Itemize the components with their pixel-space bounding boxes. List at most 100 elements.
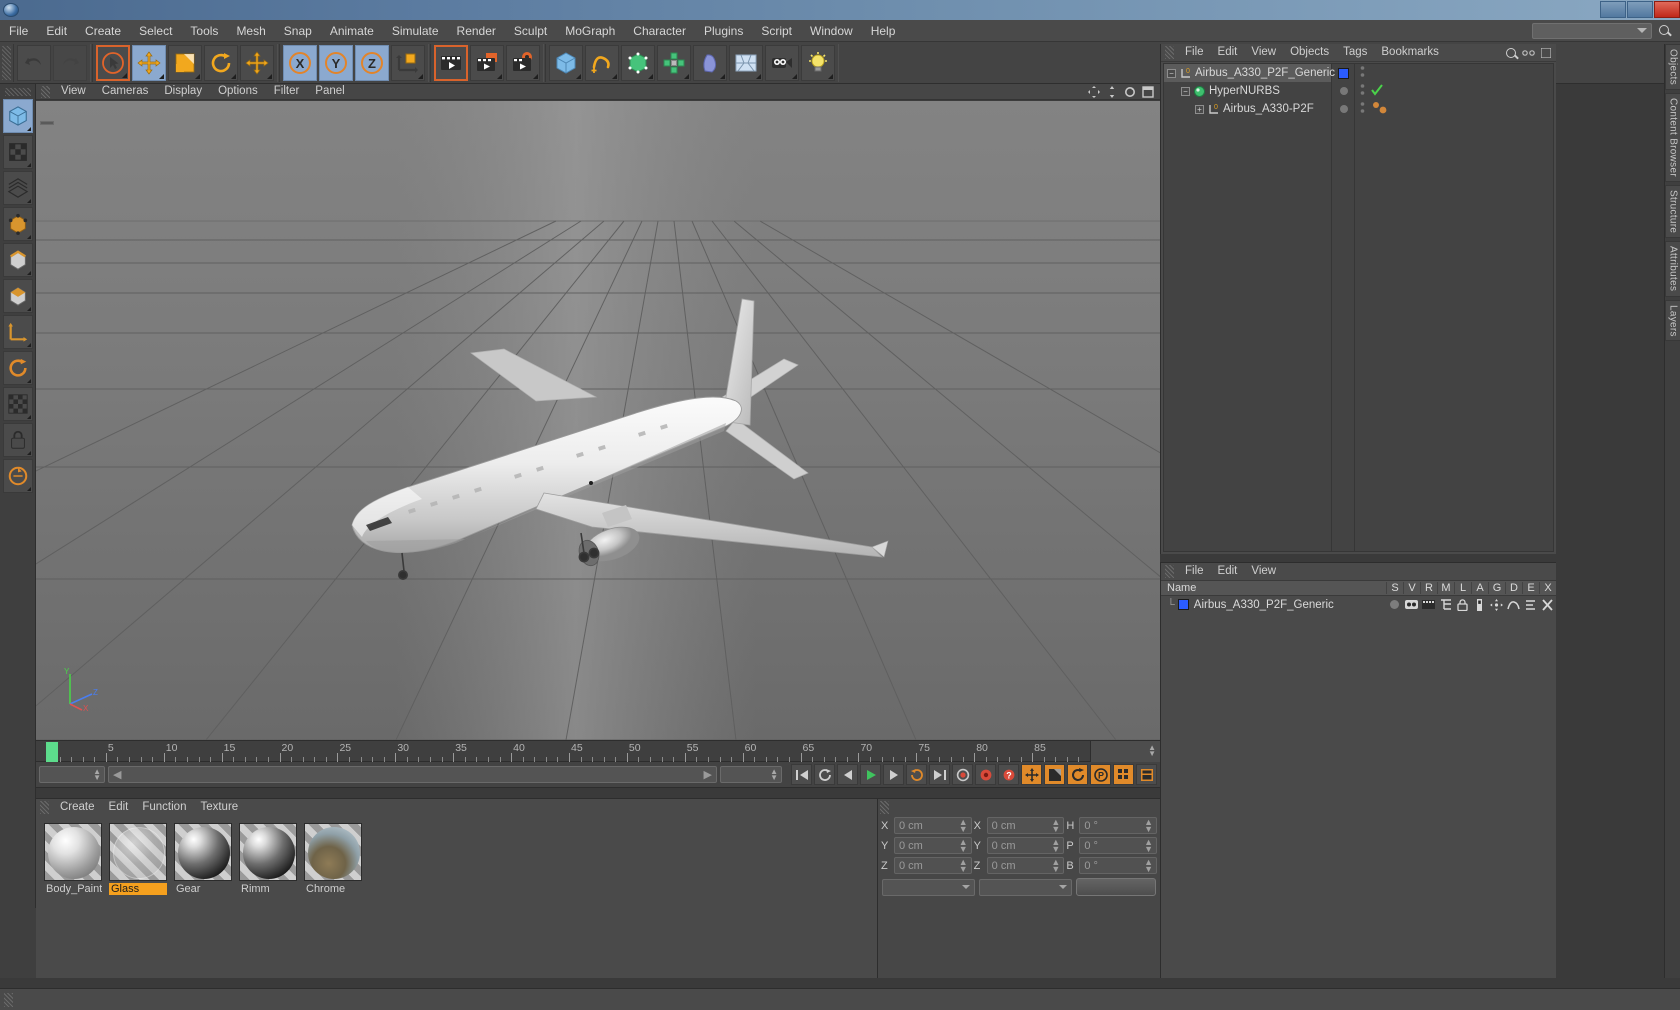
viewport-menu-filter[interactable]: Filter (266, 84, 308, 99)
solo-dot-icon[interactable] (1386, 599, 1403, 610)
redo-button[interactable] (53, 44, 87, 81)
render-settings-button[interactable] (506, 44, 540, 81)
panel-menu-icon[interactable] (1541, 47, 1551, 58)
workplane-button[interactable] (3, 459, 33, 493)
object-visibility-cell[interactable] (1333, 100, 1354, 118)
dropdown-corner-icon[interactable] (159, 73, 164, 79)
dropdown-corner-icon[interactable] (792, 73, 797, 79)
menu-item-render[interactable]: Render (448, 21, 505, 41)
viewport-3d[interactable]: Y Z X (36, 101, 1160, 740)
material-tag-icons[interactable] (1371, 101, 1393, 118)
edge-mode-button[interactable] (3, 243, 33, 277)
timeline-ruler[interactable]: 051015202530354045505560657075808590 ▲▼ (36, 740, 1160, 763)
layer-menu-grip[interactable] (1165, 565, 1174, 578)
array-button[interactable] (657, 44, 691, 81)
object-tag-cell[interactable] (1356, 100, 1553, 118)
visibility-dots-icon[interactable] (1360, 65, 1365, 82)
go-to-end-button[interactable] (929, 764, 950, 785)
apply-button[interactable] (1076, 878, 1156, 896)
object-color-swatch[interactable] (1338, 67, 1349, 79)
viewport-menu-display[interactable]: Display (156, 84, 210, 99)
xref-icon[interactable] (1539, 598, 1556, 611)
world-object-axis-button[interactable] (391, 44, 425, 81)
object-menu-view[interactable]: View (1244, 44, 1283, 61)
view-icon[interactable] (1403, 599, 1420, 610)
spinner-icon[interactable]: ▲ ▼ (1144, 838, 1153, 854)
dropdown-corner-icon[interactable] (720, 73, 725, 79)
hypernurbs-check-icon[interactable] (1371, 83, 1383, 99)
menu-item-tools[interactable]: Tools (181, 21, 227, 41)
dropdown-corner-icon[interactable] (122, 72, 127, 78)
timeline-toggle-button[interactable] (1136, 764, 1157, 785)
coordinate-size-field[interactable]: 0 cm ▲ ▼ (986, 817, 1065, 834)
dock-tab-layers[interactable]: Layers (1665, 299, 1680, 342)
x-axis-button[interactable]: X (283, 44, 317, 81)
dropdown-corner-icon[interactable] (27, 451, 31, 455)
keyframe-selection-button[interactable]: ? (998, 764, 1019, 785)
material-swatch[interactable] (304, 823, 362, 881)
object-tree[interactable]: −0 Airbus_A330_P2F_Generic − HyperNURBS +0 Ai… (1163, 63, 1554, 552)
dropdown-corner-icon[interactable] (27, 415, 31, 419)
dropdown-corner-icon[interactable] (533, 73, 538, 79)
object-menu-file[interactable]: File (1178, 44, 1211, 61)
expand-toggle-icon[interactable]: − (1181, 86, 1190, 96)
maximize-button[interactable] (1627, 1, 1653, 18)
dropdown-corner-icon[interactable] (576, 73, 581, 79)
render-region-button[interactable] (470, 44, 504, 81)
layer-column-l[interactable]: L (1454, 582, 1471, 594)
layer-row[interactable]: └ Airbus_A330_P2F_Generic (1161, 596, 1556, 613)
dropdown-corner-icon[interactable] (27, 343, 31, 347)
viewport-solo-button[interactable] (3, 387, 33, 421)
cube-primitive-button[interactable] (549, 44, 583, 81)
coordinate-position-field[interactable]: 0 cm ▲ ▼ (894, 837, 972, 854)
play-backwards-loop-button[interactable] (814, 764, 835, 785)
zoom-icon[interactable] (1106, 85, 1118, 98)
status-grip[interactable] (4, 992, 13, 1007)
viewport-menu-view[interactable]: View (53, 84, 94, 99)
face-mode-button[interactable] (3, 279, 33, 313)
move-alt-button[interactable] (240, 44, 274, 81)
dropdown-corner-icon[interactable] (648, 73, 653, 79)
dropdown-corner-icon[interactable] (497, 73, 502, 79)
material-swatch[interactable] (174, 823, 232, 881)
layer-column-v[interactable]: V (1403, 582, 1420, 594)
step-back-button[interactable] (837, 764, 858, 785)
coordinate-mode-dropdown[interactable] (979, 878, 1072, 896)
menu-item-edit[interactable]: Edit (37, 21, 76, 41)
menu-item-mograph[interactable]: MoGraph (556, 21, 624, 41)
spinner-icon[interactable]: ▲ ▼ (1051, 818, 1060, 834)
object-menu-grip[interactable] (1165, 46, 1174, 59)
spinner-icon[interactable]: ▲ ▼ (959, 858, 968, 874)
layer-column-s[interactable]: S (1386, 582, 1403, 594)
dropdown-corner-icon[interactable] (27, 487, 31, 491)
material-name[interactable]: Glass (109, 883, 167, 895)
layer-menu-view[interactable]: View (1244, 563, 1283, 580)
environment-button[interactable] (729, 44, 763, 81)
material-name[interactable]: Gear (174, 883, 232, 895)
timeline-playhead[interactable] (46, 742, 58, 762)
spinner-icon[interactable]: ▲ ▼ (959, 838, 968, 854)
object-menu-objects[interactable]: Objects (1283, 44, 1336, 61)
loop-button[interactable] (906, 764, 927, 785)
menu-item-create[interactable]: Create (76, 21, 130, 41)
polygon-mode-button[interactable] (3, 171, 33, 205)
visibility-dots-icon[interactable] (1360, 101, 1365, 118)
material-menu-create[interactable]: Create (53, 799, 102, 816)
light-button[interactable] (801, 44, 835, 81)
layer-column-m[interactable]: M (1437, 582, 1454, 594)
layer-column-g[interactable]: G (1488, 582, 1505, 594)
menu-item-snap[interactable]: Snap (275, 21, 321, 41)
material-menu-edit[interactable]: Edit (102, 799, 136, 816)
range-end-field[interactable]: ▲ ▼ (720, 766, 782, 783)
menu-item-select[interactable]: Select (130, 21, 181, 41)
toolbar-grip[interactable] (2, 45, 11, 80)
material-item[interactable]: Rimm (239, 823, 297, 895)
material-name[interactable]: Rimm (239, 883, 297, 895)
texture-mode-button[interactable] (3, 135, 33, 169)
scale-button[interactable] (168, 44, 202, 81)
rotate-view-icon[interactable] (1124, 86, 1136, 98)
material-swatch[interactable] (239, 823, 297, 881)
lock-axis-button[interactable] (3, 423, 33, 457)
dropdown-corner-icon[interactable] (756, 73, 761, 79)
menu-item-character[interactable]: Character (624, 21, 695, 41)
